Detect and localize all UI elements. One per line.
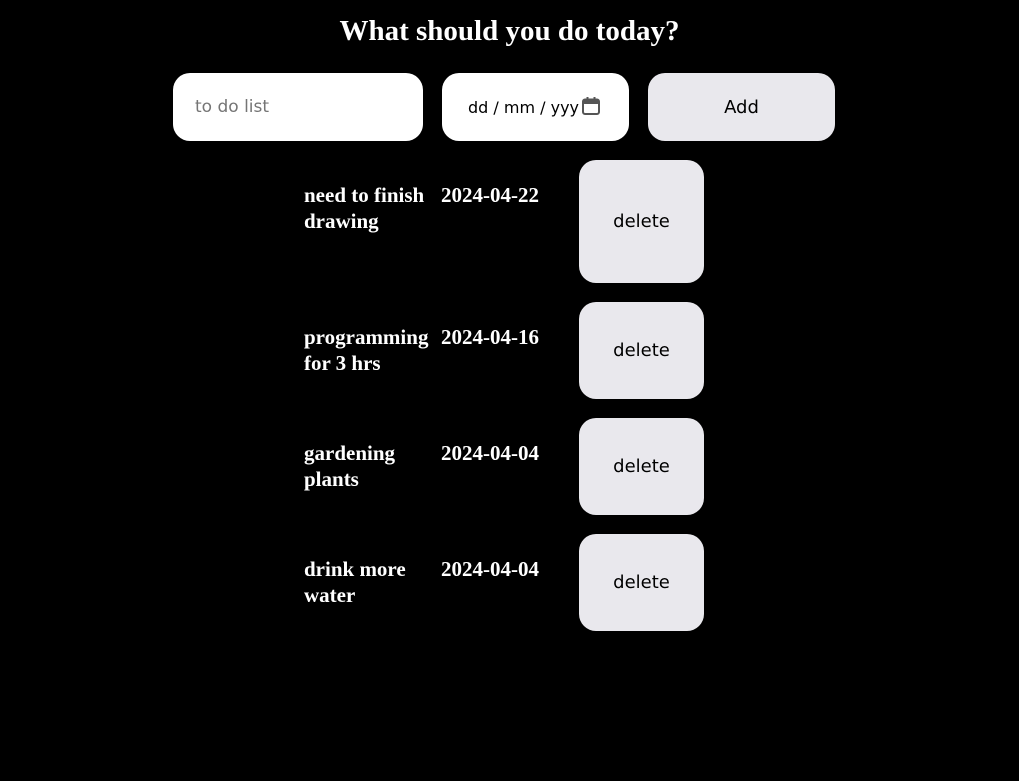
- todo-text: need to finish drawing: [304, 183, 425, 233]
- add-button[interactable]: Add: [648, 73, 835, 141]
- delete-button[interactable]: delete: [579, 160, 704, 283]
- todo-date: 2024-04-04: [441, 557, 539, 581]
- task-input[interactable]: [173, 73, 423, 141]
- delete-button[interactable]: delete: [579, 534, 704, 631]
- delete-button[interactable]: delete: [579, 302, 704, 399]
- todo-text: drink more water: [304, 557, 406, 607]
- todo-date: 2024-04-16: [441, 325, 539, 349]
- todo-date: 2024-04-04: [441, 441, 539, 465]
- todo-text: gardening plants: [304, 441, 396, 491]
- page-title: What should you do today?: [339, 15, 680, 47]
- todo-item: programming for 3 hrs 2024-04-16 delete: [304, 302, 724, 399]
- todo-item: need to finish drawing 2024-04-22 delete: [304, 160, 724, 283]
- todo-item: gardening plants 2024-04-04 delete: [304, 418, 724, 515]
- todo-text: programming for 3 hrs: [304, 325, 429, 375]
- delete-button[interactable]: delete: [579, 418, 704, 515]
- calendar-icon[interactable]: [581, 96, 601, 116]
- todo-list: need to finish drawing 2024-04-22 delete…: [304, 160, 724, 650]
- date-input-placeholder: dd / mm / yyyy: [468, 97, 579, 117]
- todo-item: drink more water 2024-04-04 delete: [304, 534, 724, 631]
- todo-date: 2024-04-22: [441, 183, 539, 207]
- date-input[interactable]: dd / mm / yyyy: [442, 73, 629, 141]
